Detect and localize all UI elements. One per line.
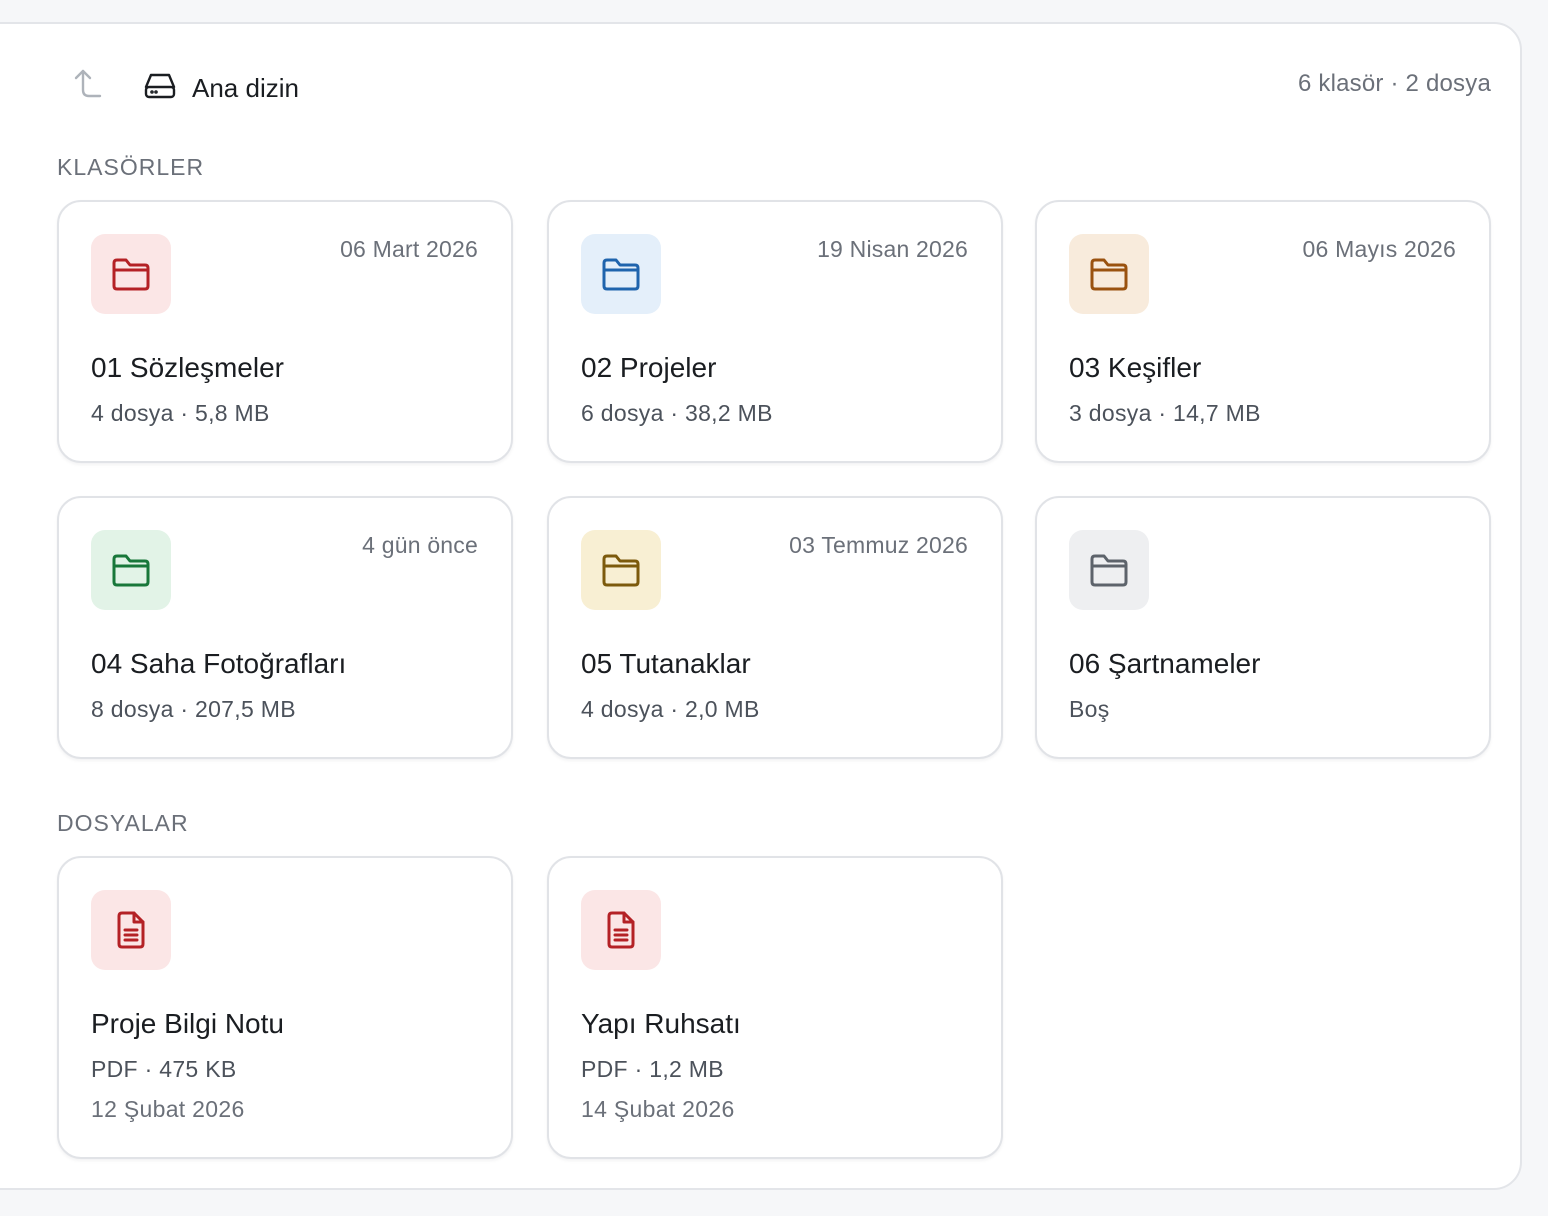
folder-card[interactable]: 03 Temmuz 2026 05 Tutanaklar 4 dosya · 2,0… <box>547 496 1003 759</box>
folder-meta: 4 dosya · 2,0 MB <box>581 696 760 722</box>
file-name: Proje Bilgi Notu <box>91 1008 284 1039</box>
folder-icon-tile <box>91 234 171 314</box>
folder-date: 06 Mart 2026 <box>340 236 478 262</box>
folder-name: 04 Saha Fotoğrafları <box>91 648 347 679</box>
file-card[interactable]: Yapı Ruhsatı PDF · 1,2 MB 14 Şubat 2026 <box>547 856 1003 1159</box>
folder-icon <box>1089 256 1129 292</box>
folder-icon-tile <box>581 234 661 314</box>
folder-card[interactable]: 06 Mayıs 2026 03 Keşifler 3 dosya · 14,7 M… <box>1035 200 1491 463</box>
folder-icon <box>601 552 641 588</box>
browser-toolbar: Ana dizin 6 klasör · 2 dosya <box>0 0 1548 130</box>
folder-icon <box>111 256 151 292</box>
folder-name: 03 Keşifler <box>1069 352 1202 383</box>
folder-date: 19 Nisan 2026 <box>817 236 968 262</box>
document-icon <box>605 911 637 949</box>
folder-meta: 8 dosya · 207,5 MB <box>91 696 296 722</box>
item-count-summary: 6 klasör · 2 dosya <box>1297 70 1491 97</box>
folder-icon <box>1089 552 1129 588</box>
files-section-title: DOSYALAR <box>57 810 189 836</box>
file-meta: PDF · 475 KB <box>91 1056 237 1082</box>
folder-name: 02 Projeler <box>581 352 717 383</box>
folder-name: 06 Şartnameler <box>1069 648 1261 679</box>
file-card[interactable]: Proje Bilgi Notu PDF · 475 KB 12 Şubat 202… <box>57 856 513 1159</box>
folders-section-title: KLASÖRLER <box>57 154 205 180</box>
folder-card[interactable]: 19 Nisan 2026 02 Projeler 6 dosya · 38,2 M… <box>547 200 1003 463</box>
folder-card[interactable]: 4 gün önce 04 Saha Fotoğrafları 8 dosya · … <box>57 496 513 759</box>
folder-meta: 6 dosya · 38,2 MB <box>581 400 773 426</box>
folder-meta: 4 dosya · 5,8 MB <box>91 400 270 426</box>
folder-name: 05 Tutanaklar <box>581 648 751 679</box>
folder-icon-tile <box>91 530 171 610</box>
folder-card[interactable]: 06 Şartnameler Boş <box>1035 496 1491 759</box>
file-date: 12 Şubat 2026 <box>91 1096 245 1122</box>
file-icon-tile <box>91 890 171 970</box>
arrow-up-left-icon <box>73 68 103 105</box>
file-icon-tile <box>581 890 661 970</box>
hard-drive-icon <box>144 72 176 105</box>
folder-icon <box>111 552 151 588</box>
folder-icon <box>601 256 641 292</box>
folder-date: 4 gün önce <box>362 532 478 558</box>
folder-icon-tile <box>1069 530 1149 610</box>
go-up-button[interactable] <box>64 62 112 110</box>
folder-name: 01 Sözleşmeler <box>91 352 284 383</box>
breadcrumb-root[interactable]: Ana dizin <box>144 64 299 112</box>
folder-icon-tile <box>1069 234 1149 314</box>
file-name: Yapı Ruhsatı <box>581 1008 741 1039</box>
file-meta: PDF · 1,2 MB <box>581 1056 724 1082</box>
folder-icon-tile <box>581 530 661 610</box>
file-date: 14 Şubat 2026 <box>581 1096 735 1122</box>
folder-card[interactable]: 06 Mart 2026 01 Sözleşmeler 4 dosya · 5,8 … <box>57 200 513 463</box>
folder-date: 06 Mayıs 2026 <box>1302 236 1456 262</box>
folder-meta: Boş <box>1069 696 1110 722</box>
folder-date: 03 Temmuz 2026 <box>789 532 968 558</box>
breadcrumb-root-label: Ana dizin <box>192 72 299 103</box>
document-icon <box>115 911 147 949</box>
folder-meta: 3 dosya · 14,7 MB <box>1069 400 1261 426</box>
